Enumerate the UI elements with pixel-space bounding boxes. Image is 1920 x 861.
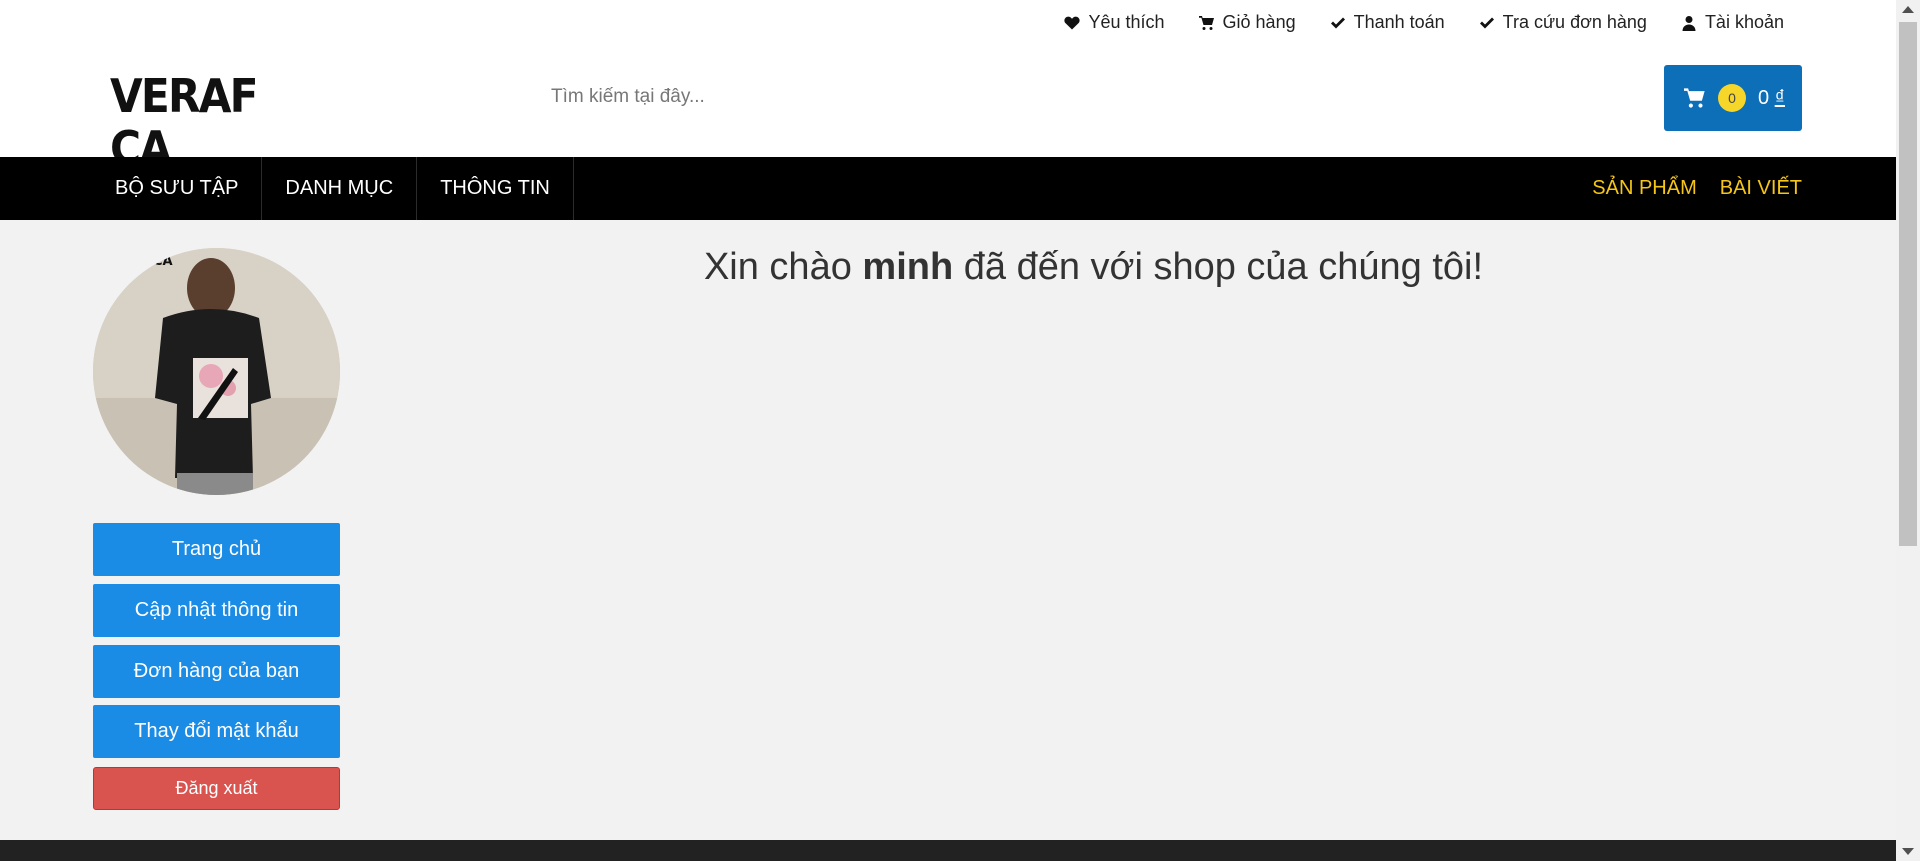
nav-right: SẢN PHẨM BÀI VIẾT — [1592, 157, 1802, 220]
logout-button[interactable]: Đăng xuất — [93, 767, 340, 810]
nav-item-categories[interactable]: DANH MỤC — [262, 157, 418, 220]
cart-icon — [1684, 88, 1705, 108]
nav-item-posts[interactable]: BÀI VIẾT — [1720, 157, 1802, 220]
nav-left: BỘ SƯU TẬP DANH MỤC THÔNG TIN — [92, 157, 574, 220]
top-link-label: Tra cứu đơn hàng — [1502, 12, 1647, 32]
cart-total: 0 ₫ — [1758, 87, 1785, 110]
top-link-cart[interactable]: Giỏ hàng — [1198, 12, 1296, 33]
top-links: Yêu thích Giỏ hàng Thanh toán Tra cứu đơ… — [1064, 12, 1784, 33]
user-icon — [1682, 15, 1696, 31]
site-logo[interactable]: VERAF CA — [110, 70, 310, 174]
scroll-down-arrow[interactable] — [1902, 848, 1914, 855]
footer-bar — [0, 840, 1896, 861]
top-link-label: Yêu thích — [1088, 12, 1165, 32]
nav-item-info[interactable]: THÔNG TIN — [417, 157, 574, 220]
check-icon — [1330, 17, 1345, 28]
home-button[interactable]: Trang chủ — [93, 523, 340, 576]
cart-button[interactable]: 0 0 ₫ — [1664, 65, 1802, 131]
cart-total-value: 0 — [1758, 86, 1770, 109]
avatar-photo: CA — [93, 248, 340, 495]
welcome-username: minh — [862, 246, 954, 288]
avatar-shirt-text: CA — [153, 254, 173, 269]
scroll-up-arrow[interactable] — [1902, 6, 1914, 13]
welcome-prefix: Xin chào — [703, 246, 852, 288]
nav-item-collections[interactable]: BỘ SƯU TẬP — [92, 157, 263, 220]
top-link-label: Thanh toán — [1353, 12, 1445, 32]
welcome-message: Xin chào minh đã đến với shop của chúng … — [400, 246, 1787, 289]
top-link-wishlist[interactable]: Yêu thích — [1064, 12, 1165, 33]
top-link-label: Giỏ hàng — [1222, 12, 1296, 32]
cart-count-badge: 0 — [1718, 84, 1746, 112]
welcome-suffix: đã đến với shop của chúng tôi! — [963, 246, 1484, 288]
check-icon — [1479, 17, 1494, 28]
cart-icon — [1198, 15, 1214, 30]
update-info-button[interactable]: Cập nhật thông tin — [93, 584, 340, 637]
top-link-account[interactable]: Tài khoản — [1681, 12, 1784, 33]
top-link-order-lookup[interactable]: Tra cứu đơn hàng — [1479, 12, 1647, 33]
nav-item-products[interactable]: SẢN PHẨM — [1592, 157, 1696, 220]
top-header: Yêu thích Giỏ hàng Thanh toán Tra cứu đơ… — [0, 0, 1896, 174]
scroll-thumb[interactable] — [1899, 22, 1917, 546]
avatar: CA — [93, 248, 340, 495]
main-nav: BỘ SƯU TẬP DANH MỤC THÔNG TIN SẢN PHẨM B… — [0, 157, 1896, 220]
search-input[interactable] — [535, 72, 1235, 122]
heart-icon — [1064, 16, 1081, 29]
change-password-button[interactable]: Thay đổi mật khẩu — [93, 705, 340, 758]
scrollbar[interactable] — [1896, 0, 1920, 861]
top-link-checkout[interactable]: Thanh toán — [1330, 12, 1445, 33]
currency-symbol: ₫ — [1774, 86, 1785, 109]
top-link-label: Tài khoản — [1704, 12, 1784, 32]
my-orders-button[interactable]: Đơn hàng của bạn — [93, 645, 340, 698]
